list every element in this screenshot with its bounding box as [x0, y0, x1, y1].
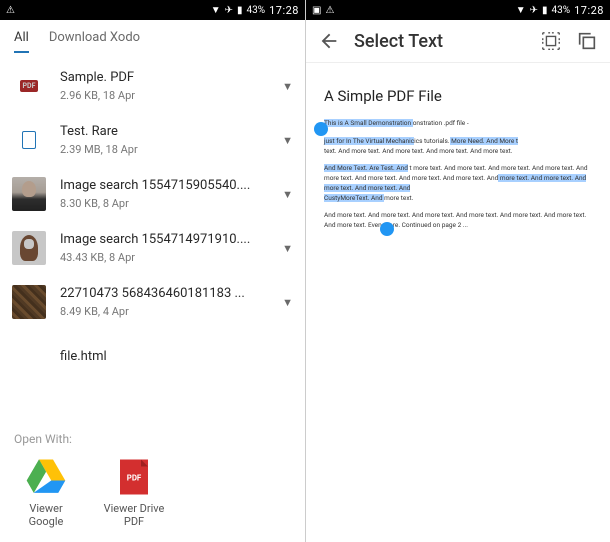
image-thumbnail	[12, 177, 46, 211]
chevron-down-icon[interactable]: ▼	[282, 188, 293, 201]
file-meta: 43.43 KB, 8 Apr	[60, 251, 268, 264]
file-meta: 2.39 MB, 18 Apr	[60, 143, 268, 156]
selection-end-handle[interactable]	[380, 222, 394, 236]
selected-text[interactable]: And More Text. Are Test. And	[324, 164, 408, 172]
svg-text:PDF: PDF	[127, 473, 142, 482]
app-drive-pdf-viewer[interactable]: PDF Viewer Drive PDF	[102, 456, 166, 528]
battery-icon: ▮	[237, 5, 243, 16]
tab-bar: All Download Xodo	[0, 20, 305, 59]
wifi-icon: ▼	[516, 5, 526, 16]
app-label: Viewer Google	[14, 502, 78, 528]
file-row[interactable]: Image search 1554715905540.... 8.30 KB, …	[0, 167, 305, 221]
doc-text: ics tutorials.	[414, 137, 449, 145]
status-bar-left: ⚠ ▼ ✈ ▮ 43% 17:28	[0, 0, 305, 20]
doc-text: And more text. And more text. And more t…	[324, 211, 586, 229]
back-arrow-icon[interactable]	[318, 30, 340, 52]
tab-all[interactable]: All	[14, 30, 29, 53]
file-name: Image search 1554714971910....	[60, 232, 268, 247]
file-name: Image search 1554715905540....	[60, 178, 268, 193]
file-meta: 2.96 KB, 18 Apr	[60, 89, 268, 102]
pdf-app-icon: PDF	[113, 456, 155, 498]
file-name: Sample. PDF	[60, 70, 268, 85]
doc-text: onstration .pdf file -	[413, 119, 469, 127]
copy-icon[interactable]	[576, 30, 598, 52]
file-name: Test. Rare	[60, 124, 268, 139]
clock: 17:28	[269, 4, 299, 17]
image-icon: ▣	[312, 5, 321, 16]
select-all-icon[interactable]	[540, 30, 562, 52]
open-with-sheet: Open With: Viewer Google	[0, 422, 305, 542]
battery-pct: 43%	[552, 5, 571, 16]
chevron-down-icon[interactable]: ▼	[282, 80, 293, 93]
file-row[interactable]: file.html	[0, 329, 305, 383]
battery-icon: ▮	[542, 5, 548, 16]
app-google-drive-viewer[interactable]: Viewer Google	[14, 456, 78, 528]
file-row[interactable]: Test. Rare 2.39 MB, 18 Apr ▼	[0, 113, 305, 167]
selected-text[interactable]: More Need. And More t	[450, 137, 519, 145]
selected-text[interactable]: just for In The Virtual Mechanic	[324, 137, 414, 145]
status-bar-right: ▣ ⚠ ▼ ✈ ▮ 43% 17:28	[306, 0, 610, 20]
pdf-icon: PDF	[20, 80, 39, 92]
warning-icon: ⚠	[6, 5, 15, 16]
open-with-title: Open With:	[14, 432, 291, 446]
airplane-icon: ✈	[225, 5, 233, 16]
selected-text[interactable]: This is A Small Demonstration	[324, 119, 413, 127]
toolbar-title: Select Text	[354, 31, 526, 52]
warning-icon: ⚠	[325, 5, 334, 16]
battery-pct: 43%	[247, 5, 266, 16]
app-label: Viewer Drive PDF	[102, 502, 166, 528]
chevron-down-icon[interactable]: ▼	[282, 134, 293, 147]
image-thumbnail	[12, 285, 46, 319]
document-title: A Simple PDF File	[324, 87, 592, 105]
file-row[interactable]: 22710473 568436460181183 ... 8.49 KB, 4 …	[0, 275, 305, 329]
document-viewport[interactable]: A Simple PDF File This is A Small Demons…	[306, 62, 610, 542]
select-text-toolbar: Select Text	[306, 20, 610, 62]
selected-text[interactable]: CustyMoreText. And	[324, 194, 384, 202]
airplane-icon: ✈	[530, 5, 538, 16]
doc-text: text. And more text. And more text. And …	[324, 147, 513, 155]
file-name: 22710473 568436460181183 ...	[60, 286, 268, 301]
file-list: PDF Sample. PDF 2.96 KB, 18 Apr ▼ Test. …	[0, 59, 305, 383]
doc-text: more text.	[384, 194, 413, 202]
google-drive-icon	[25, 456, 67, 498]
file-row[interactable]: Image search 1554714971910.... 43.43 KB,…	[0, 221, 305, 275]
file-meta: 8.30 KB, 8 Apr	[60, 197, 268, 210]
chevron-down-icon[interactable]: ▼	[282, 296, 293, 309]
clock: 17:28	[574, 4, 604, 17]
file-meta: 8.49 KB, 4 Apr	[60, 305, 268, 318]
wifi-icon: ▼	[211, 5, 221, 16]
tab-download-xodo[interactable]: Download Xodo	[49, 30, 140, 53]
file-row[interactable]: PDF Sample. PDF 2.96 KB, 18 Apr ▼	[0, 59, 305, 113]
chevron-down-icon[interactable]: ▼	[282, 242, 293, 255]
image-thumbnail	[12, 231, 46, 265]
document-body[interactable]: This is A Small Demonstration onstration…	[324, 119, 592, 231]
file-icon	[22, 131, 36, 149]
file-name: file.html	[60, 349, 293, 364]
selection-start-handle[interactable]	[314, 122, 328, 136]
